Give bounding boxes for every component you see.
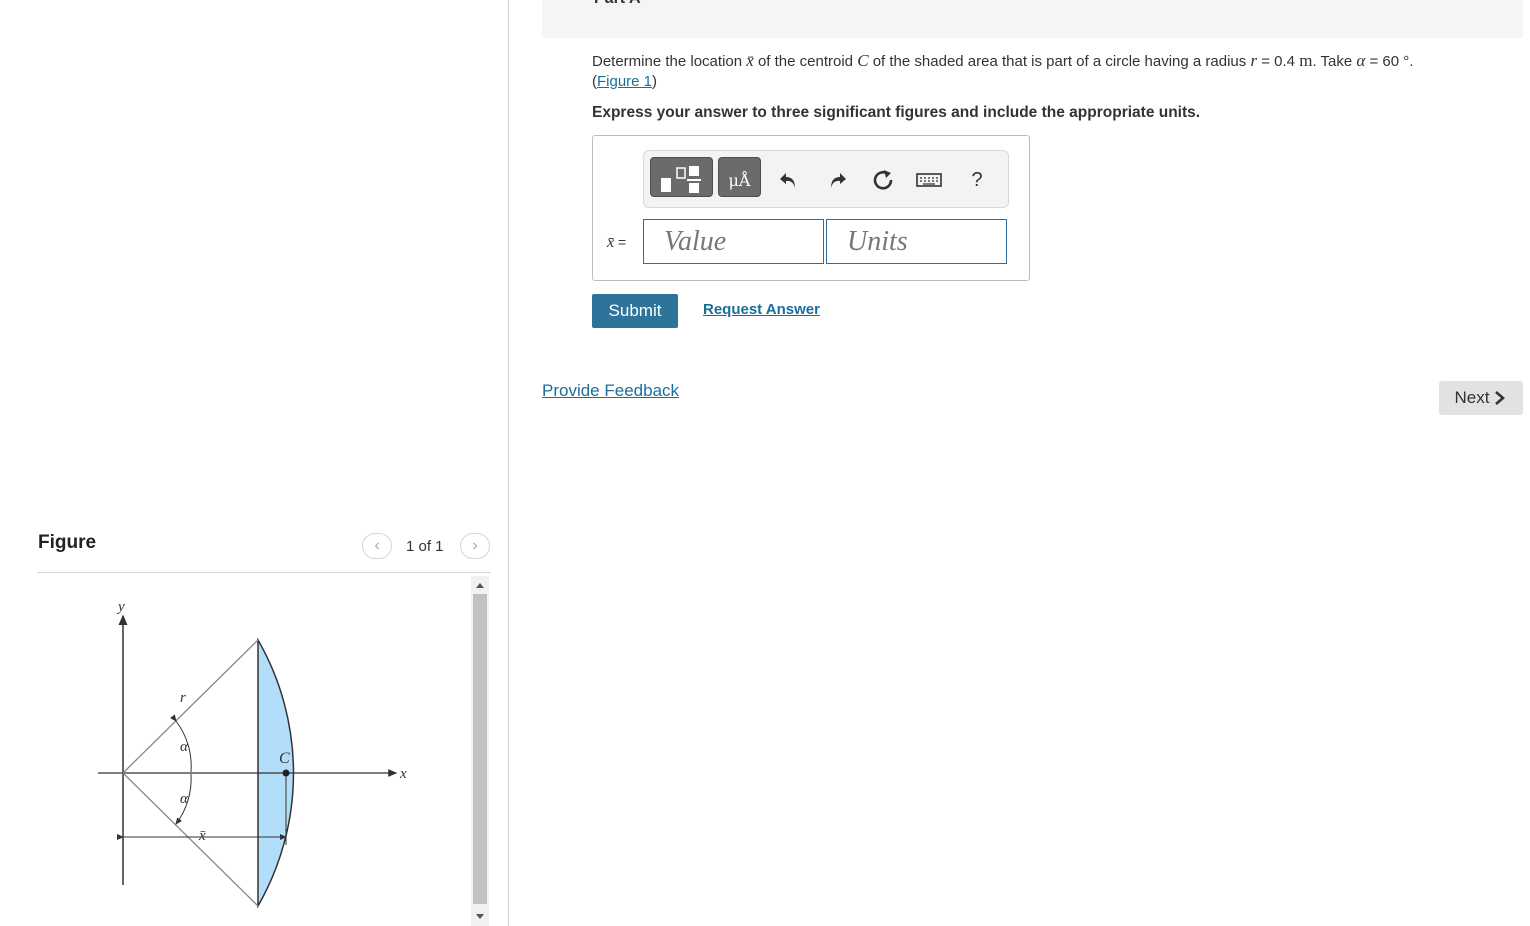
help-icon[interactable]: ?: [962, 165, 992, 195]
label-xbar: x̄: [198, 828, 206, 844]
undo-icon[interactable]: [774, 165, 804, 195]
units-button[interactable]: μÅ: [718, 157, 761, 197]
prev-figure-button[interactable]: ‹: [362, 533, 392, 559]
answer-instructions: Express your answer to three significant…: [592, 104, 1201, 121]
figure-title: Figure: [38, 532, 97, 553]
question-text: Determine the location x̄ of the centroi…: [592, 51, 1414, 90]
label-y: y: [116, 599, 125, 615]
submit-button[interactable]: Submit: [592, 294, 678, 328]
scroll-up-icon[interactable]: [471, 578, 489, 592]
provide-feedback-link[interactable]: Provide Feedback: [542, 381, 679, 401]
part-title: Part A: [594, 0, 641, 8]
panel-divider: [508, 0, 509, 926]
answer-box: μÅ ? x̄ = Value Units: [592, 135, 1030, 281]
part-header: Part A: [542, 0, 1523, 38]
value-input[interactable]: Value: [643, 219, 824, 264]
reset-icon[interactable]: [868, 165, 898, 195]
scrollbar-thumb[interactable]: [473, 594, 487, 904]
variable-label: x̄ =: [607, 234, 627, 251]
chevron-right-icon: [1495, 391, 1506, 405]
label-x: x: [399, 766, 407, 782]
templates-button[interactable]: [650, 157, 713, 197]
figure-link[interactable]: Figure 1: [597, 73, 652, 90]
figure-diagram: y x r α α C x̄: [98, 599, 407, 909]
label-c: C: [279, 750, 290, 767]
chevron-left-icon: ‹: [374, 537, 380, 554]
figure-divider: [37, 572, 491, 573]
templates-icon: [661, 166, 701, 193]
units-input[interactable]: Units: [826, 219, 1007, 264]
next-figure-button[interactable]: ›: [460, 533, 490, 559]
figure-scrollbar[interactable]: [471, 576, 489, 926]
request-answer-link[interactable]: Request Answer: [703, 301, 820, 318]
scroll-down-icon[interactable]: [471, 910, 489, 924]
next-button[interactable]: Next: [1439, 381, 1523, 415]
radius-line-bottom: [122, 772, 259, 907]
keyboard-icon[interactable]: [914, 165, 944, 195]
label-alpha-top: α: [180, 739, 189, 755]
redo-icon[interactable]: [822, 165, 852, 195]
math-toolbar: μÅ ?: [643, 150, 1009, 208]
label-alpha-bottom: α: [180, 791, 189, 807]
next-label: Next: [1454, 388, 1490, 407]
label-r: r: [180, 690, 186, 706]
centroid-point: [282, 769, 290, 777]
chevron-right-icon: ›: [472, 537, 478, 554]
figure-count: 1 of 1: [406, 538, 444, 555]
